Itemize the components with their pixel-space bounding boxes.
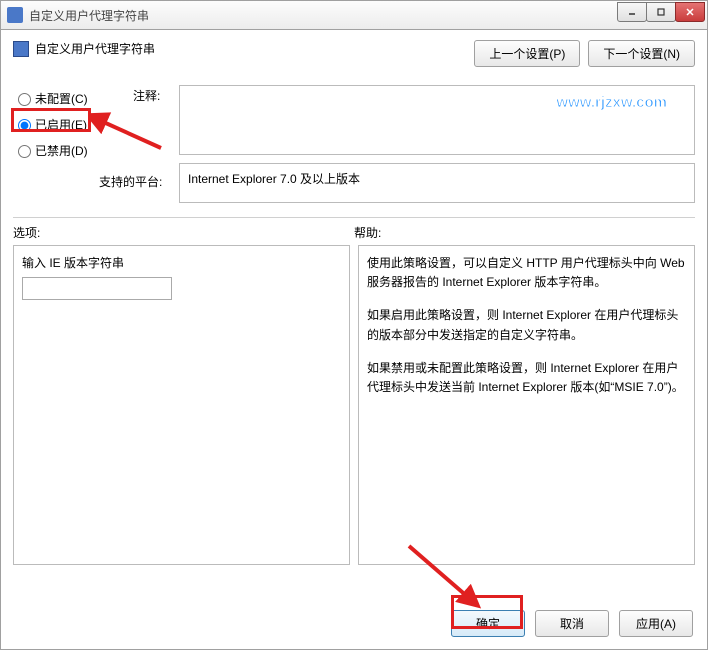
radio-not-configured[interactable] [18,93,31,106]
dialog-footer: 确定 取消 应用(A) [451,610,693,637]
radio-enabled[interactable] [18,119,31,132]
help-paragraph-2: 如果启用此策略设置，则 Internet Explorer 在用户代理标头的版本… [367,306,686,344]
radio-not-configured-label: 未配置(C) [35,90,88,107]
window-title: 自定义用户代理字符串 [29,7,149,24]
help-panel: 使用此策略设置，可以自定义 HTTP 用户代理标头中向 Web 服务器报告的 I… [358,245,695,565]
next-setting-button[interactable]: 下一个设置(N) [588,40,695,67]
apply-button[interactable]: 应用(A) [619,610,693,637]
comment-label: 注释: [133,85,179,155]
close-button[interactable] [675,2,705,22]
maximize-button[interactable] [646,2,676,22]
platform-box: Internet Explorer 7.0 及以上版本 [179,163,695,203]
ie-version-label: 输入 IE 版本字符串 [22,254,341,271]
header-icon [13,41,29,57]
window-controls [618,2,705,22]
minimize-button[interactable] [617,2,647,22]
help-paragraph-3: 如果禁用或未配置此策略设置，则 Internet Explorer 在用户代理标… [367,359,686,397]
options-label: 选项: [13,224,354,241]
radio-disabled-label: 已禁用(D) [35,142,88,159]
platform-label: 支持的平台: [99,163,179,203]
divider [13,217,695,218]
header-title: 自定义用户代理字符串 [35,40,155,57]
radio-enabled-label: 已启用(E) [35,116,87,133]
help-label: 帮助: [354,224,381,241]
comment-textarea[interactable] [179,85,695,155]
ok-button[interactable]: 确定 [451,610,525,637]
cancel-button[interactable]: 取消 [535,610,609,637]
radio-disabled[interactable] [18,145,31,158]
titlebar: 自定义用户代理字符串 [0,0,708,30]
ie-version-input[interactable] [22,277,172,300]
dialog-content: 自定义用户代理字符串 上一个设置(P) 下一个设置(N) www.rjzxw.c… [0,30,708,650]
options-panel: 输入 IE 版本字符串 [13,245,350,565]
prev-setting-button[interactable]: 上一个设置(P) [474,40,580,67]
platform-text: Internet Explorer 7.0 及以上版本 [188,172,360,186]
help-paragraph-1: 使用此策略设置，可以自定义 HTTP 用户代理标头中向 Web 服务器报告的 I… [367,254,686,292]
app-icon [7,7,23,23]
